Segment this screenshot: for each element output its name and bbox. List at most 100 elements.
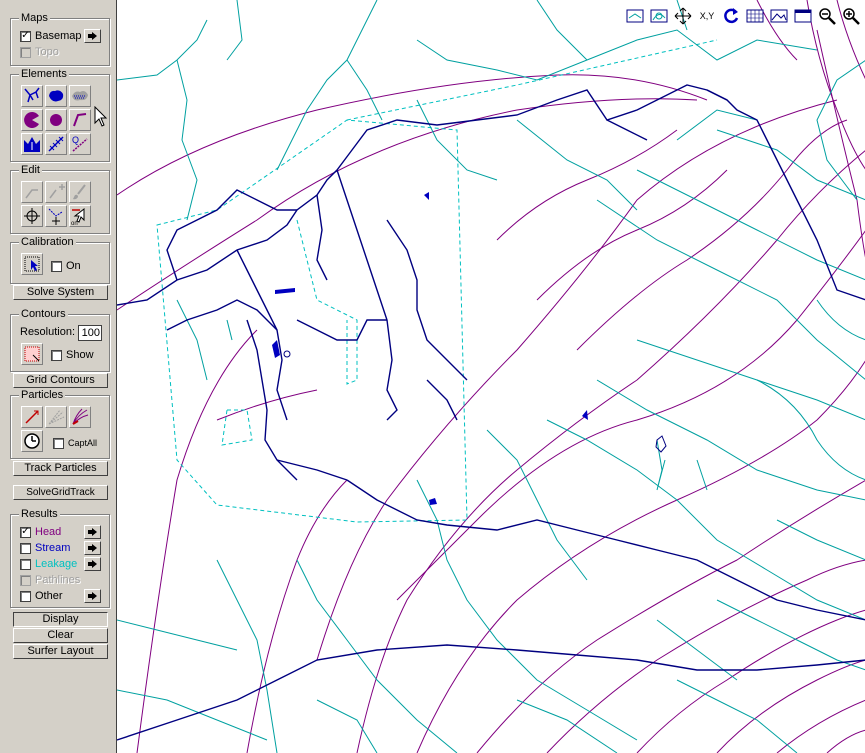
particles-group-title: Particles [19,388,66,402]
model-domain [156,39,718,523]
mouse-cursor-icon [94,106,108,127]
contours-group-title: Contours [19,307,68,321]
zoom-area-icon[interactable] [647,4,671,28]
result-pathlines-row: Pathlines [20,572,80,588]
solve-grid-track-button[interactable]: SolveGridTrack [13,485,108,500]
move-point-icon[interactable] [21,205,43,227]
basemap-checkbox-row[interactable]: ✓ Basemap [20,28,81,44]
solve-system-button[interactable]: Solve System [13,285,108,300]
calibration-on-row[interactable]: On [51,258,81,274]
particle-line-icon[interactable] [21,406,43,428]
resolution-label: Resolution: [20,326,76,338]
track-particles-button[interactable]: Track Particles [13,461,108,476]
stream-arrow-button[interactable] [84,541,101,555]
topo-label: Topo [35,46,59,58]
line-doublet-tool-icon[interactable] [69,109,91,131]
capt-all-row[interactable]: CaptAll [53,435,97,451]
select-on-icon[interactable]: on [69,205,91,227]
particles-group: Particles CaptAll [10,388,110,459]
map-canvas[interactable]: X,Y [116,0,865,753]
zoom-out-icon[interactable] [815,4,839,28]
image-icon[interactable] [767,4,791,28]
topo-checkbox [20,46,31,58]
head-contours [117,0,865,753]
river-tool-icon[interactable] [21,85,43,107]
result-stream-row[interactable]: Stream [20,540,70,556]
particle-fan-icon[interactable] [45,406,67,428]
clear-button[interactable]: Clear [13,628,108,643]
results-group: Results ✓ Head Stream Leakage Pathlines [10,507,110,608]
calibration-on-checkbox[interactable] [51,260,62,272]
xy-coordinates-icon[interactable]: X,Y [695,4,719,28]
resolution-row: Resolution: [20,324,75,340]
lake-outlines [283,350,667,453]
basemap-arrow-button[interactable] [84,29,101,43]
edit-group-title: Edit [19,163,42,177]
arrow-right-icon [88,592,97,600]
boundary-rivers [117,84,865,741]
map-toolbar: X,Y [623,4,863,28]
surfer-layout-button[interactable]: Surfer Layout [13,644,108,659]
result-stream-checkbox[interactable] [20,542,31,554]
contours-show-checkbox[interactable] [51,349,62,361]
brush-icon[interactable] [69,181,91,203]
display-button[interactable]: Display [13,612,108,627]
capt-all-label: CaptAll [68,438,98,448]
result-stream-label: Stream [35,542,71,554]
elements-group-title: Elements [19,67,69,81]
clock-icon[interactable] [21,430,43,452]
basemap-checkbox[interactable]: ✓ [20,30,31,42]
result-pathlines-checkbox [20,574,31,586]
result-head-row[interactable]: ✓ Head [20,524,61,540]
move-vertex-icon[interactable] [45,205,67,227]
result-pathlines-label: Pathlines [35,574,81,586]
arrow-right-icon [88,560,97,568]
lake-tool-icon[interactable] [45,85,67,107]
control-panel: Maps ✓ Basemap Topo Elements Q Edit on C… [0,0,117,753]
pie-tool-icon[interactable] [21,109,43,131]
svg-text:on: on [71,221,78,226]
xy-label: X,Y [699,11,715,21]
result-other-row[interactable]: Other [20,588,63,604]
contours-show-label: Show [66,349,94,361]
window-icon[interactable] [791,4,815,28]
fence-tool-icon[interactable] [45,133,67,155]
area-sink-tool-icon[interactable] [69,85,91,107]
lake-features [272,192,588,505]
result-head-checkbox[interactable]: ✓ [20,526,31,538]
zoom-window-icon[interactable] [623,4,647,28]
pan-icon[interactable] [671,4,695,28]
piezometer-tool-icon[interactable]: Q [69,133,91,155]
calibration-on-label: On [66,260,81,272]
resolution-value: 100 [81,327,100,339]
result-other-checkbox[interactable] [20,590,31,602]
head-arrow-button[interactable] [84,525,101,539]
grid-window-icon[interactable] [743,4,767,28]
calibration-select-icon[interactable] [21,253,43,275]
particle-spray-icon[interactable] [69,406,91,428]
drain-tool-icon[interactable] [21,133,43,155]
other-arrow-button[interactable] [84,589,101,603]
refresh-icon[interactable] [719,4,743,28]
add-vertex-icon[interactable] [45,181,67,203]
well-tool-icon[interactable] [45,109,67,131]
calibration-group-title: Calibration [19,235,76,249]
groundwater-map[interactable] [117,0,865,753]
edit-line-icon[interactable] [21,181,43,203]
capt-all-checkbox[interactable] [53,437,64,449]
contour-grid-icon[interactable] [21,343,43,365]
leakage-arrow-button[interactable] [84,557,101,571]
contours-show-row[interactable]: Show [51,347,94,363]
maps-group-title: Maps [19,11,50,25]
svg-text:Q: Q [72,135,79,145]
result-leakage-label: Leakage [35,558,78,570]
basemap-label: Basemap [35,30,82,42]
grid-contours-button[interactable]: Grid Contours [13,373,108,388]
zoom-in-icon[interactable] [839,4,863,28]
result-other-label: Other [35,590,63,602]
arrow-right-icon [88,544,97,552]
resolution-input[interactable]: 100 [78,325,102,341]
maps-group: Maps ✓ Basemap Topo [10,11,110,66]
result-leakage-row[interactable]: Leakage [20,556,77,572]
result-leakage-checkbox[interactable] [20,558,31,570]
